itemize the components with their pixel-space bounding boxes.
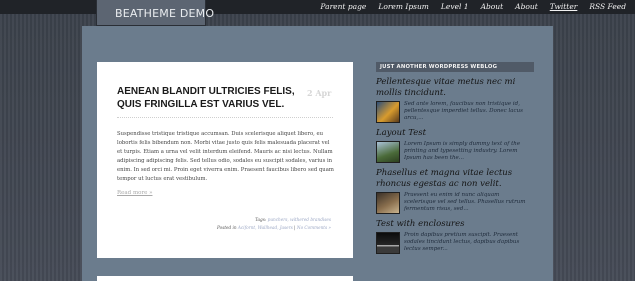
nav-level-1[interactable]: Level 1 <box>441 2 469 11</box>
sidebar-post-excerpt: Proin dapibus pretium suscipit. Praesent… <box>404 232 520 252</box>
next-post-card <box>97 276 353 281</box>
post-thumbnail[interactable] <box>376 141 400 163</box>
read-more-link[interactable]: Read more » <box>117 190 333 196</box>
top-navigation: Parent page Lorem Ipsum Level 1 About Ab… <box>320 2 626 11</box>
sidebar-post-entry: Praesent eu enim id nunc aliquam sceleri… <box>376 192 534 214</box>
sidebar-post-excerpt: Sed ante lorem, faucibus non tristique i… <box>404 101 523 121</box>
blog-post: AENEAN BLANDIT ULTRICIES FELIS, QUIS FRI… <box>97 62 353 258</box>
post-meta: Tags: punchers, withered brandises Poste… <box>217 216 331 232</box>
sidebar-post-entry: Lorem Ipsum is simply dummy text of the … <box>376 141 534 163</box>
post-thumbnail[interactable] <box>376 192 400 214</box>
posted-in-label: Posted in <box>217 225 237 230</box>
sidebar-post-title[interactable]: Layout Test <box>376 128 534 139</box>
sidebar-post-excerpt: Praesent eu enim id nunc aliquam sceleri… <box>404 192 526 212</box>
nav-lorem-ipsum[interactable]: Lorem Ipsum <box>378 2 429 11</box>
site-logo[interactable]: BEATHEME DEMO <box>96 0 214 26</box>
widget-title: JUST ANOTHER WORDPRESS WEBLOG <box>376 62 534 72</box>
sidebar-post-title[interactable]: Phasellus et magna vitae lectus rhoncus … <box>376 168 534 190</box>
post-date: 2 Apr <box>307 88 332 98</box>
sidebar-post-title[interactable]: Pellentesque vitae metus nec mi mollis t… <box>376 77 534 99</box>
post-thumbnail[interactable] <box>376 101 400 123</box>
nav-rss-feed[interactable]: RSS Feed <box>589 2 626 11</box>
nav-twitter[interactable]: Twitter <box>550 2 578 11</box>
tags-label: Tags: <box>255 217 267 222</box>
sidebar-post-title[interactable]: Test with enclosures <box>376 219 534 230</box>
nav-about-2[interactable]: About <box>515 2 538 11</box>
nav-parent-page[interactable]: Parent page <box>320 2 366 11</box>
nav-about[interactable]: About <box>481 2 504 11</box>
post-categories-line: Posted in Acifornt, Wallhead, Jasers | N… <box>217 225 331 230</box>
post-tags-line: Tags: punchers, withered brandises <box>217 216 331 224</box>
sidebar: JUST ANOTHER WORDPRESS WEBLOG Pellentesq… <box>376 62 534 254</box>
comments-link[interactable]: No Comments » <box>297 225 331 230</box>
title-divider <box>117 117 333 118</box>
post-thumbnail[interactable] <box>376 232 400 254</box>
tags-links[interactable]: punchers, withered brandises <box>268 217 331 222</box>
post-title[interactable]: AENEAN BLANDIT ULTRICIES FELIS, QUIS FRI… <box>117 86 307 111</box>
post-body: Suspendisse tristique tristique accumsan… <box>117 131 334 182</box>
sidebar-post-excerpt: Lorem Ipsum is simply dummy text of the … <box>404 141 521 161</box>
category-links[interactable]: Acifornt, Wallhead, Jasers <box>238 225 293 230</box>
sidebar-post-entry: Proin dapibus pretium suscipit. Praesent… <box>376 232 534 254</box>
sidebar-post-entry: Sed ante lorem, faucibus non tristique i… <box>376 101 534 123</box>
